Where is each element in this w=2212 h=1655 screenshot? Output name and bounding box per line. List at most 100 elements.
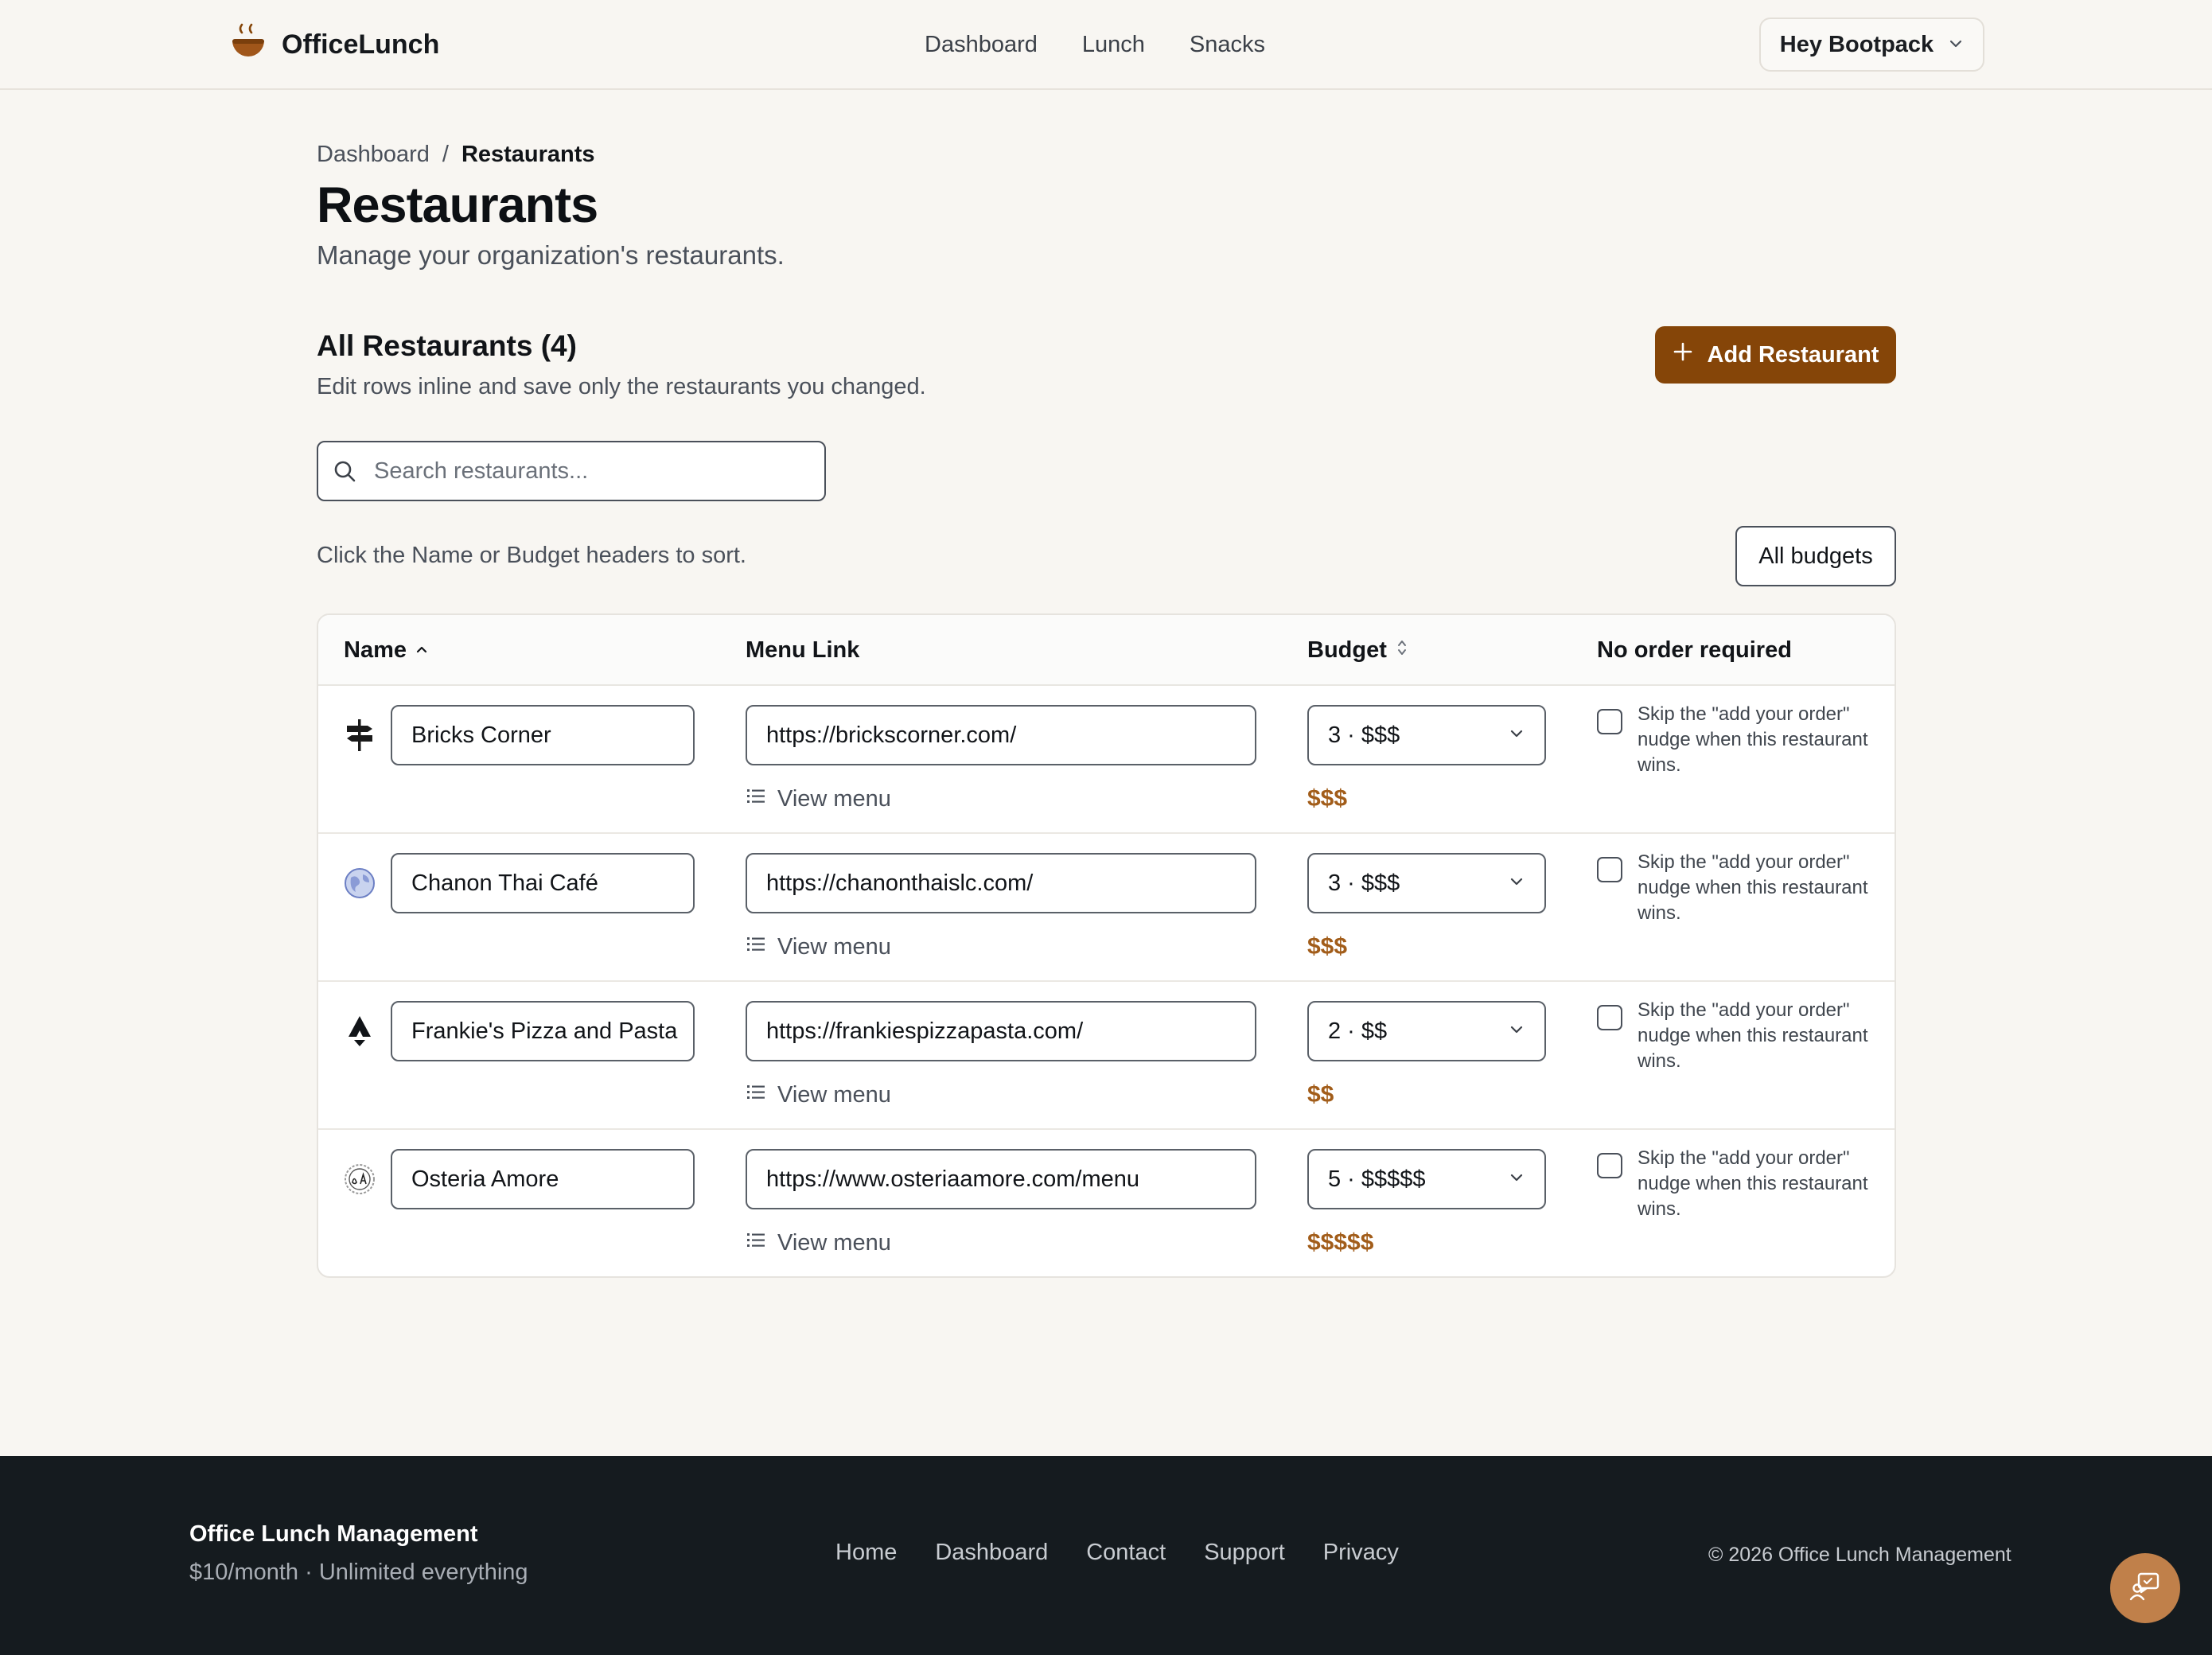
menu-link-input[interactable]: https://www.osteriaamore.com/menu (746, 1149, 1256, 1209)
breadcrumb-current: Restaurants (461, 142, 595, 167)
sort-hint: Click the Name or Budget headers to sort… (317, 543, 746, 568)
menu-link-input[interactable]: https://frankiespizzapasta.com/ (746, 1001, 1256, 1061)
budget-dollars: $$$ (1307, 785, 1348, 812)
budget-select-value: 3 · $$$ (1328, 722, 1400, 748)
section-title: All Restaurants (4) (317, 329, 577, 362)
footer-link-contact[interactable]: Contact (1086, 1540, 1166, 1566)
restaurant-name-input[interactable]: Chanon Thai Café (391, 853, 695, 913)
page-subtitle: Manage your organization's restaurants. (317, 240, 785, 270)
list-icon (746, 1229, 766, 1256)
table-row: Frankie's Pizza and Pasta https://franki… (318, 982, 1895, 1130)
footer-copyright: © 2026 Office Lunch Management (1708, 1544, 2011, 1566)
budget-select-value: 5 · $$$$$ (1328, 1166, 1426, 1192)
budget-select-value: 2 · $$ (1328, 1018, 1388, 1044)
view-menu-link[interactable]: View menu (746, 929, 891, 964)
footer-nav: Home Dashboard Contact Support Privacy (835, 1540, 1399, 1566)
footer-link-privacy[interactable]: Privacy (1323, 1540, 1399, 1566)
no-order-checkbox[interactable] (1597, 1153, 1622, 1178)
view-menu-label: View menu (777, 933, 891, 960)
column-header-name[interactable]: Name (344, 615, 429, 686)
restaurant-name-input[interactable]: Bricks Corner (391, 705, 695, 765)
section-subtitle: Edit rows inline and save only the resta… (317, 374, 926, 399)
budget-select[interactable]: 3 · $$$ (1307, 705, 1546, 765)
footer-brand: Office Lunch Management (189, 1521, 478, 1547)
list-icon (746, 785, 766, 812)
view-menu-link[interactable]: View menu (746, 1077, 891, 1112)
restaurant-name-input[interactable]: Frankie's Pizza and Pasta (391, 1001, 695, 1061)
budget-select-value: 3 · $$$ (1328, 870, 1400, 896)
column-header-no-order: No order required (1597, 615, 1792, 686)
add-restaurant-button[interactable]: Add Restaurant (1655, 326, 1896, 384)
brand[interactable]: OfficeLunch (231, 16, 439, 73)
view-menu-link[interactable]: View menu (746, 1225, 891, 1260)
column-header-menu-link: Menu Link (746, 615, 859, 686)
budget-filter-select[interactable]: All budgets (1735, 526, 1896, 586)
no-order-label: Skip the "add your order" nudge when thi… (1638, 703, 1868, 776)
table-header: Name Menu Link Budget No order required (318, 615, 1895, 686)
sort-toggle-icon (1395, 637, 1409, 664)
no-order-checkbox[interactable] (1597, 709, 1622, 734)
chevron-down-icon (1948, 32, 1964, 58)
breadcrumb: Dashboard / Restaurants (317, 142, 595, 168)
column-budget-label: Budget (1307, 637, 1387, 663)
list-icon (746, 1081, 766, 1108)
no-order-checkbox[interactable] (1597, 1005, 1622, 1030)
menu-link-input[interactable]: https://brickscorner.com/ (746, 705, 1256, 765)
footer-link-home[interactable]: Home (835, 1540, 897, 1566)
user-menu-button[interactable]: Hey Bootpack (1759, 18, 1984, 72)
chevron-down-icon (1508, 1018, 1525, 1045)
footer-link-support[interactable]: Support (1204, 1540, 1285, 1566)
list-icon (746, 933, 766, 960)
page-title: Restaurants (317, 177, 598, 233)
no-order-label: Skip the "add your order" nudge when thi… (1638, 851, 1868, 924)
budget-select[interactable]: 3 · $$$ (1307, 853, 1546, 913)
footer-link-dashboard[interactable]: Dashboard (935, 1540, 1048, 1566)
column-header-budget[interactable]: Budget (1307, 615, 1409, 686)
nav-dashboard[interactable]: Dashboard (925, 32, 1038, 58)
signpost-icon (342, 718, 377, 753)
table-row: Chanon Thai Café https://chanonthaislc.c… (318, 834, 1895, 982)
nav-lunch[interactable]: Lunch (1082, 32, 1145, 58)
restaurants-table: Name Menu Link Budget No order required (317, 613, 1896, 1278)
pizza-logo-icon (342, 1014, 377, 1049)
budget-select[interactable]: 2 · $$ (1307, 1001, 1546, 1061)
bowl-logo-icon (231, 23, 266, 67)
restaurant-name-input[interactable]: Osteria Amore (391, 1149, 695, 1209)
search-box (317, 441, 826, 501)
table-row: Bricks Corner https://brickscorner.com/ … (318, 686, 1895, 834)
budget-dollars: $$ (1307, 1081, 1334, 1108)
main-nav: Dashboard Lunch Snacks (925, 16, 1265, 73)
column-name-label: Name (344, 637, 407, 663)
column-menu-link-label: Menu Link (746, 637, 860, 663)
nav-snacks[interactable]: Snacks (1190, 32, 1265, 58)
globe-icon (342, 866, 377, 901)
no-order-checkbox[interactable] (1597, 857, 1622, 882)
brand-name: OfficeLunch (282, 29, 440, 60)
search-input[interactable] (372, 457, 818, 485)
budget-select[interactable]: 5 · $$$$$ (1307, 1149, 1546, 1209)
view-menu-label: View menu (777, 785, 891, 812)
user-menu-label: Hey Bootpack (1779, 31, 1934, 57)
top-navbar: OfficeLunch Dashboard Lunch Snacks Hey B… (0, 0, 2212, 90)
view-menu-label: View menu (777, 1081, 891, 1108)
sort-ascending-icon (415, 637, 429, 664)
chevron-down-icon (1508, 722, 1525, 749)
search-icon (333, 459, 356, 483)
menu-link-input[interactable]: https://chanonthaislc.com/ (746, 853, 1256, 913)
table-row: Osteria Amore https://www.osteriaamore.c… (318, 1130, 1895, 1276)
feedback-chat-icon (2128, 1569, 2163, 1608)
add-restaurant-label: Add Restaurant (1707, 341, 1879, 368)
breadcrumb-dashboard[interactable]: Dashboard (317, 142, 430, 168)
chevron-down-icon (1508, 870, 1525, 897)
no-order-label: Skip the "add your order" nudge when thi… (1638, 1147, 1868, 1220)
footer-tagline: $10/month · Unlimited everything (189, 1560, 528, 1585)
osteria-logo-icon (342, 1162, 377, 1197)
plus-icon (1673, 341, 1693, 368)
column-no-order-label: No order required (1597, 637, 1792, 663)
feedback-chat-button[interactable] (2110, 1553, 2180, 1623)
no-order-label: Skip the "add your order" nudge when thi… (1638, 999, 1868, 1072)
breadcrumb-separator: / (442, 142, 449, 167)
budget-dollars: $$$ (1307, 933, 1348, 960)
chevron-down-icon (1508, 1166, 1525, 1193)
view-menu-link[interactable]: View menu (746, 781, 891, 816)
